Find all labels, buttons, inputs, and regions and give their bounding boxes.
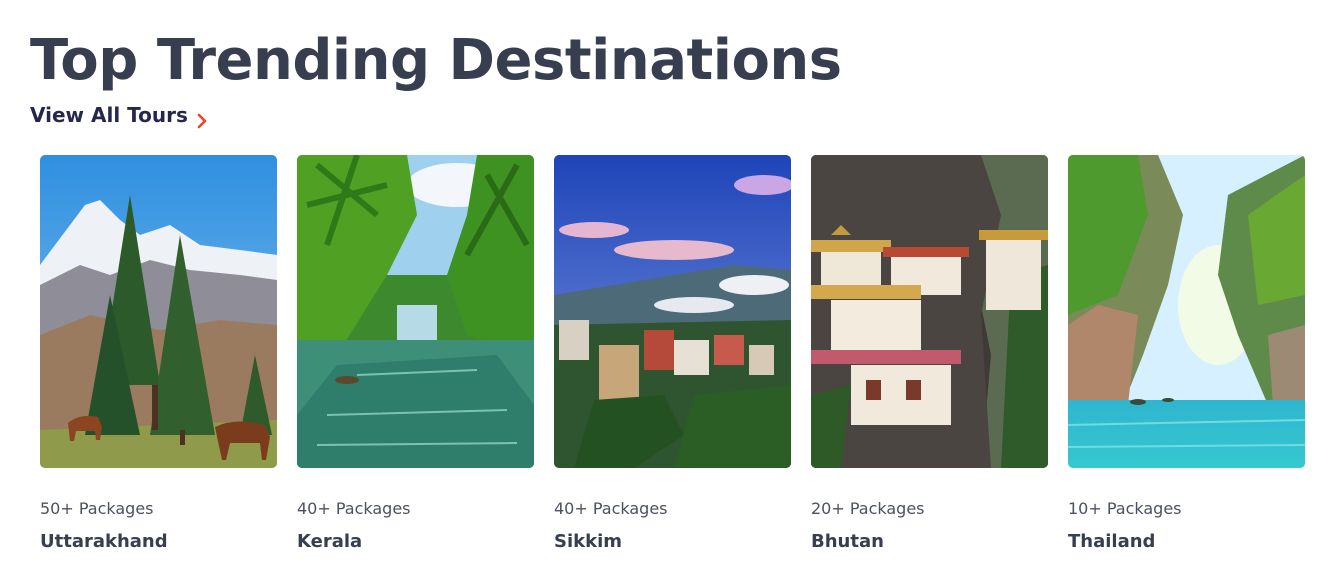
package-count: 20+ Packages [811, 499, 925, 518]
destination-name[interactable]: Uttarakhand [40, 530, 277, 554]
destination-cards: 50+ Packages Uttarakhand 40+ Packages Ke… [40, 155, 1305, 554]
destination-card-uttarakhand[interactable]: 50+ Packages Uttarakhand [40, 155, 277, 554]
trending-destinations-section: Top Trending Destinations View All Tours [0, 0, 1335, 585]
destination-image-thailand[interactable] [1068, 155, 1305, 468]
package-count: 40+ Packages [297, 499, 411, 518]
destination-name[interactable]: Bhutan [811, 530, 1048, 554]
package-count: 40+ Packages [554, 499, 668, 518]
destination-image-uttarakhand[interactable] [40, 155, 277, 468]
chevron-right-icon [194, 107, 210, 129]
package-count: 10+ Packages [1068, 499, 1182, 518]
destination-name[interactable]: Thailand [1068, 530, 1305, 554]
destination-card-kerala[interactable]: 40+ Packages Kerala [297, 155, 534, 554]
destination-card-bhutan[interactable]: 20+ Packages Bhutan [811, 155, 1048, 554]
view-all-label: View All Tours [30, 103, 188, 127]
destination-image-bhutan[interactable] [811, 155, 1048, 468]
destination-image-kerala[interactable] [297, 155, 534, 468]
destination-image-sikkim[interactable] [554, 155, 791, 468]
destination-card-thailand[interactable]: 10+ Packages Thailand [1068, 155, 1305, 554]
view-all-tours-link[interactable]: View All Tours [30, 100, 210, 130]
destination-card-sikkim[interactable]: 40+ Packages Sikkim [554, 155, 791, 554]
package-count: 50+ Packages [40, 499, 154, 518]
destination-name[interactable]: Kerala [297, 530, 534, 554]
destination-name[interactable]: Sikkim [554, 530, 791, 554]
section-title: Top Trending Destinations [30, 28, 842, 93]
